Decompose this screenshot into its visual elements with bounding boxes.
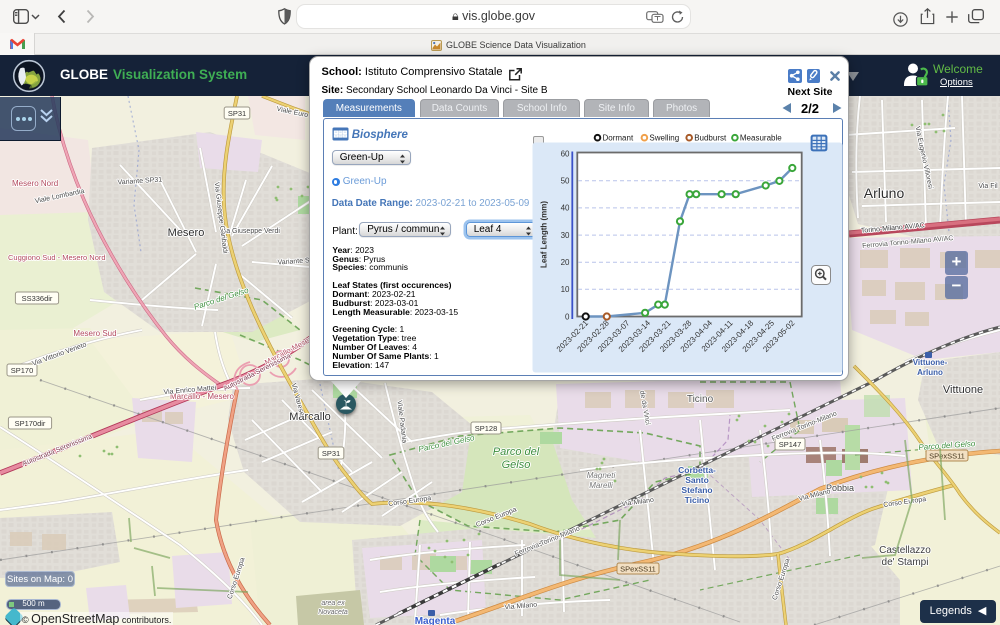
svg-text:30: 30 xyxy=(561,231,570,240)
svg-text:SPexSS11: SPexSS11 xyxy=(929,452,965,461)
svg-text:Via Giuseppe Verdi: Via Giuseppe Verdi xyxy=(220,228,280,235)
svg-text:area ex: area ex xyxy=(321,600,345,607)
svg-text:SP31: SP31 xyxy=(322,449,340,458)
svg-text:SP31: SP31 xyxy=(228,109,246,118)
svg-text:Vittuone-: Vittuone- xyxy=(913,358,948,367)
svg-text:Via Fil: Via Fil xyxy=(978,183,998,190)
svg-text:SP128: SP128 xyxy=(475,424,498,433)
svg-text:Measurable: Measurable xyxy=(740,134,782,143)
svg-text:Arluno: Arluno xyxy=(864,185,905,201)
svg-text:20: 20 xyxy=(561,258,570,267)
svg-text:SP170dir: SP170dir xyxy=(15,419,46,428)
svg-text:60: 60 xyxy=(561,149,570,158)
svg-text:SS336dir: SS336dir xyxy=(22,294,53,303)
svg-text:Cuggiono Sud - Mesero Nord: Cuggiono Sud - Mesero Nord xyxy=(8,253,106,262)
svg-text:Magneti: Magneti xyxy=(587,471,616,480)
svg-text:Novaceta: Novaceta xyxy=(318,609,348,616)
svg-text:Castellazzo: Castellazzo xyxy=(879,545,931,556)
svg-text:Ticino: Ticino xyxy=(687,394,714,405)
svg-text:Budburst: Budburst xyxy=(694,134,727,143)
svg-text:Gelso: Gelso xyxy=(502,459,531,471)
svg-text:Santo: Santo xyxy=(685,475,709,485)
svg-text:SP170: SP170 xyxy=(11,366,34,375)
svg-text:Magenta: Magenta xyxy=(415,616,456,625)
svg-text:40: 40 xyxy=(561,204,570,213)
svg-text:SP147: SP147 xyxy=(779,440,802,449)
svg-text:Mesero Nord: Mesero Nord xyxy=(12,179,58,188)
svg-text:Arluno: Arluno xyxy=(917,368,943,377)
svg-text:de' Stampi: de' Stampi xyxy=(882,557,929,568)
svg-text:Corbetta-: Corbetta- xyxy=(678,465,716,475)
svg-text:Leaf Length (mm): Leaf Length (mm) xyxy=(540,201,549,268)
svg-text:50: 50 xyxy=(561,177,570,186)
svg-text:0: 0 xyxy=(565,312,570,321)
svg-text:Marelli: Marelli xyxy=(589,481,613,490)
svg-text:Ticino: Ticino xyxy=(685,495,710,505)
svg-text:Dormant: Dormant xyxy=(603,134,634,143)
svg-text:Swelling: Swelling xyxy=(649,134,679,143)
svg-text:Parco del: Parco del xyxy=(493,446,540,458)
svg-text:10: 10 xyxy=(561,285,570,294)
svg-text:SPexSS11: SPexSS11 xyxy=(620,565,656,574)
svg-text:Marcallo: Marcallo xyxy=(289,411,331,423)
svg-text:Vittuone: Vittuone xyxy=(943,384,983,396)
svg-text:Mesero: Mesero xyxy=(168,227,205,239)
svg-text:Stefano: Stefano xyxy=(681,485,712,495)
svg-text:Mesero Sud: Mesero Sud xyxy=(73,329,116,338)
